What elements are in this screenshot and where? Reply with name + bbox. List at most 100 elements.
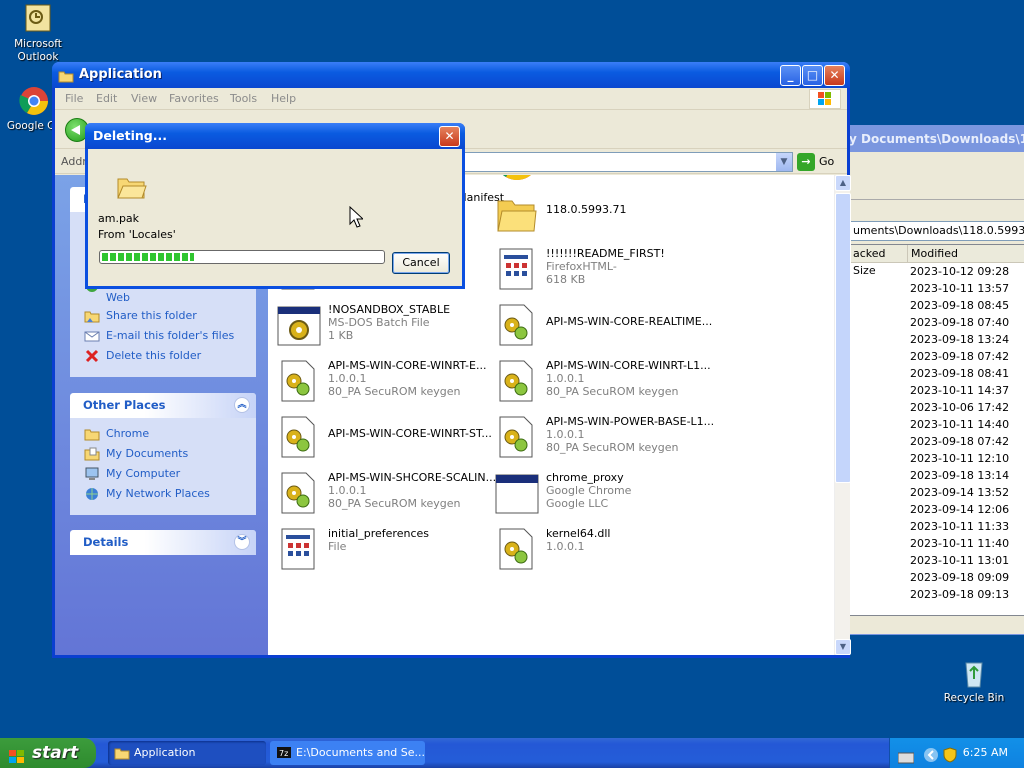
dll-icon <box>494 303 538 349</box>
place-my-computer[interactable]: My Computer <box>84 466 248 486</box>
desktop-icon-recycle-bin[interactable]: Recycle Bin <box>936 657 1012 705</box>
file-detail: 80_PA SecuROM keygen <box>328 385 461 398</box>
modified-cell[interactable]: 2023-10-12 09:28 <box>850 263 1024 280</box>
place-my-network[interactable]: My Network Places <box>84 486 248 506</box>
modified-cell[interactable]: 2023-09-18 09:09 <box>850 569 1024 586</box>
file-name: API-MS-WIN-SHCORE-SCALIN... <box>328 471 497 484</box>
desktop-icon-outlook[interactable]: Microsoft Outlook <box>0 3 76 64</box>
dialog-close-button[interactable]: ✕ <box>439 126 460 147</box>
security-shield-icon[interactable] <box>943 745 957 768</box>
modified-cell[interactable]: 2023-09-14 12:06 <box>850 501 1024 518</box>
modified-cell[interactable]: 2023-09-18 08:41 <box>850 365 1024 382</box>
file-name: API-MS-WIN-CORE-WINRT-E... <box>328 359 487 372</box>
windows-flag-icon <box>8 745 26 763</box>
panel-header[interactable]: Details ︾ <box>70 530 256 555</box>
file-item[interactable]: chromeGoogle ChromeGoogle LLC <box>490 175 708 189</box>
show-hidden-icons-icon[interactable] <box>923 745 939 768</box>
clock[interactable]: 6:25 AM <box>963 738 1008 768</box>
vertical-scrollbar[interactable]: ▲ ▼ <box>834 175 851 655</box>
taskbar-item-7zip[interactable]: 7z E:\Documents and Se... <box>270 741 425 765</box>
menu-view[interactable]: View <box>131 88 157 110</box>
window-title[interactable]: y Documents\Downloads\118 <box>821 126 1024 152</box>
modified-cell[interactable]: 2023-09-18 13:14 <box>850 467 1024 484</box>
modified-cell[interactable]: 2023-09-18 08:45 <box>850 297 1024 314</box>
scroll-up-button[interactable]: ▲ <box>835 175 851 191</box>
modified-cell[interactable]: 2023-09-18 07:42 <box>850 348 1024 365</box>
file-item[interactable]: !NOSANDBOX_STABLE MS-DOS Batch File 1 KB <box>272 301 490 357</box>
file-item[interactable]: API-MS-WIN-CORE-WINRT-ST... <box>272 413 492 469</box>
file-item[interactable]: API-MS-WIN-CORE-REALTIME... <box>490 301 712 357</box>
desktop-icon-label: Recycle Bin <box>943 692 1005 704</box>
modified-cell[interactable]: 2023-10-11 13:01 <box>850 552 1024 569</box>
minimize-button[interactable]: _ <box>780 65 801 86</box>
file-item[interactable]: API-MS-WIN-CORE-WINRT-L1... 1.0.0.1 80_PA … <box>490 357 711 413</box>
start-button[interactable]: start <box>0 738 96 768</box>
file-item[interactable]: API-MS-WIN-SHCORE-SCALIN... 1.0.0.1 80_PA … <box>272 469 496 525</box>
file-item[interactable]: API-MS-WIN-POWER-BASE-L1... 1.0.0.1 80_PA … <box>490 413 714 469</box>
column-header-packed-size[interactable]: acked Size <box>850 245 908 277</box>
file-detail: 1.0.0.1 <box>546 372 585 385</box>
folder-icon <box>58 67 74 83</box>
address-field[interactable]: uments\Downloads\118.0.5993.71_ <box>849 221 1024 241</box>
place-my-documents[interactable]: My Documents <box>84 446 248 466</box>
maximize-button[interactable]: □ <box>802 65 823 86</box>
close-button[interactable]: ✕ <box>824 65 845 86</box>
link-label: Delete this folder <box>106 349 202 362</box>
link-label: My Documents <box>106 447 189 460</box>
link-label: My Network Places <box>106 487 210 500</box>
cancel-button[interactable]: Cancel <box>392 252 450 274</box>
outlook-icon <box>22 3 54 35</box>
scroll-down-button[interactable]: ▼ <box>835 639 851 655</box>
generic-file-icon <box>276 527 320 573</box>
modified-cell[interactable]: 2023-10-11 11:33 <box>850 518 1024 535</box>
menu-help[interactable]: Help <box>271 88 296 110</box>
task-email-files[interactable]: E-mail this folder's files <box>84 328 248 348</box>
taskbar-item-application[interactable]: Application <box>108 741 266 765</box>
file-list[interactable]: acked Size Modified 2023-10-12 09:28 2023… <box>849 244 1024 616</box>
modified-cell[interactable]: 2023-10-11 11:40 <box>850 535 1024 552</box>
deleting-dialog[interactable]: Deleting... ✕ am.pak From 'Locales' Canc… <box>85 123 465 289</box>
modified-cell[interactable]: 2023-09-14 13:52 <box>850 484 1024 501</box>
menu-file[interactable]: File <box>65 88 83 110</box>
file-item[interactable]: API-MS-WIN-CORE-WINRT-E... 1.0.0.1 80_PA S… <box>272 357 490 413</box>
keyboard-icon[interactable] <box>897 746 915 768</box>
modified-cell[interactable]: 2023-10-11 12:10 <box>850 450 1024 467</box>
file-item[interactable]: !!!!!!!README_FIRST! FirefoxHTML- 618 KB <box>490 245 708 301</box>
taskbar: start Application 7z E:\Documents and Se… <box>0 738 1024 768</box>
file-name: API-MS-WIN-CORE-REALTIME... <box>546 315 713 328</box>
file-item[interactable]: chrome_proxy Google Chrome Google LLC <box>490 469 708 525</box>
scroll-thumb[interactable] <box>835 193 851 483</box>
panel-header[interactable]: Other Places ︽ <box>70 393 256 418</box>
column-header-modified[interactable]: Modified <box>908 245 1024 262</box>
menu-favorites[interactable]: Favorites <box>169 88 219 110</box>
modified-cell[interactable]: 2023-10-11 14:40 <box>850 416 1024 433</box>
link-label: Share this folder <box>106 309 197 322</box>
place-chrome[interactable]: Chrome <box>84 426 248 446</box>
modified-cell[interactable]: 2023-09-18 13:24 <box>850 331 1024 348</box>
file-item[interactable]: 118.0.5993.71 <box>490 189 708 245</box>
file-detail: 80_PA SecuROM keygen <box>328 497 461 510</box>
modified-cell[interactable]: 2023-10-06 17:42 <box>850 399 1024 416</box>
chevron-up-icon[interactable]: ︽ <box>234 397 250 413</box>
folder-icon <box>114 745 130 760</box>
modified-cell[interactable]: 2023-10-11 13:57 <box>850 280 1024 297</box>
title-bar[interactable]: Application _ □ ✕ <box>52 62 850 88</box>
menu-edit[interactable]: Edit <box>96 88 117 110</box>
file-item[interactable]: initial_preferences File <box>272 525 490 581</box>
task-share-folder[interactable]: Share this folder <box>84 308 248 328</box>
menu-tools[interactable]: Tools <box>230 88 257 110</box>
modified-cell[interactable]: 2023-10-11 14:37 <box>850 382 1024 399</box>
modified-cell[interactable]: 2023-09-18 07:42 <box>850 433 1024 450</box>
chevron-down-icon[interactable]: ︾ <box>234 534 250 550</box>
modified-cell[interactable]: 2023-09-18 07:40 <box>850 314 1024 331</box>
dll-icon <box>494 415 538 461</box>
file-detail: FirefoxHTML- <box>546 260 617 273</box>
file-name: chrome_proxy <box>546 471 624 484</box>
chevron-down-icon[interactable]: ▼ <box>775 153 792 171</box>
other-places-panel: Other Places ︽ Chrome My Documents My Co… <box>70 393 256 515</box>
file-item[interactable]: kernel64.dll 1.0.0.1 <box>490 525 708 581</box>
go-button[interactable]: → Go <box>797 153 845 171</box>
task-delete-folder[interactable]: Delete this folder <box>84 348 248 368</box>
dialog-title[interactable]: Deleting... <box>85 123 465 149</box>
modified-cell[interactable]: 2023-09-18 09:13 <box>850 586 1024 603</box>
